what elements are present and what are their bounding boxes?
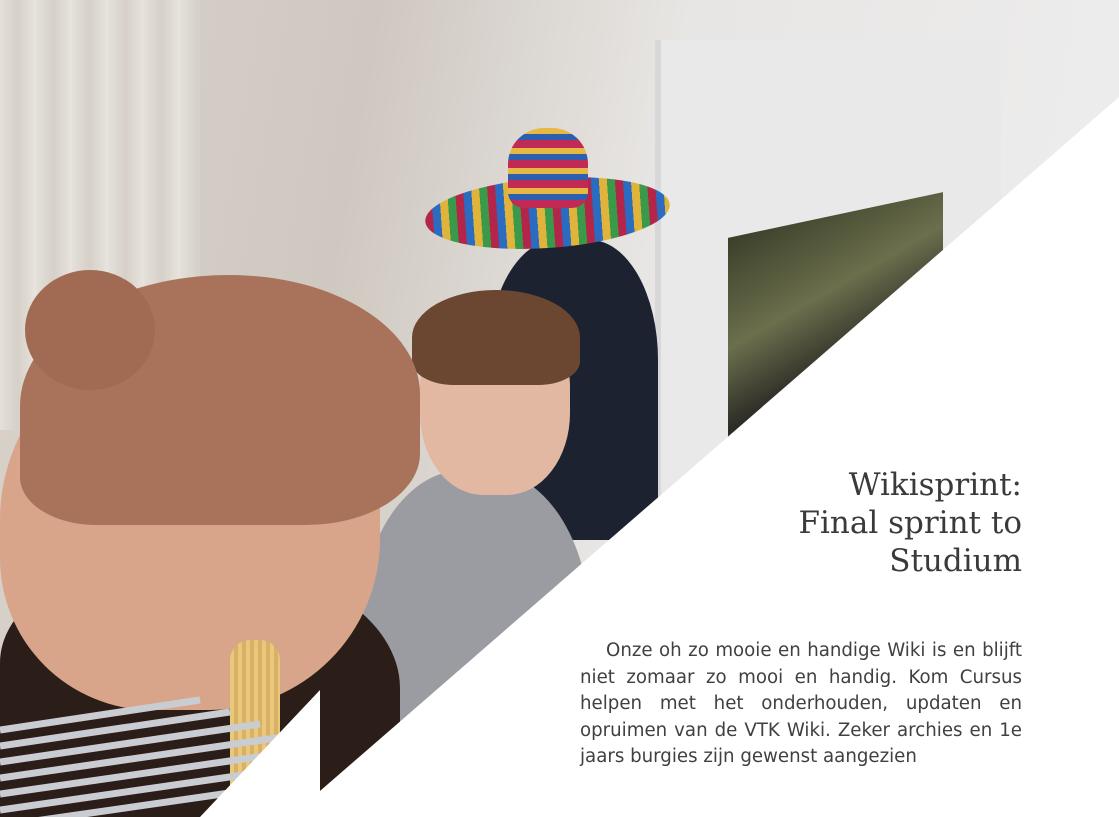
magazine-page: Wikisprint: Final sprint to Studium Onze…	[0, 0, 1119, 817]
sombrero-crown	[508, 128, 588, 208]
decorative-stripes	[0, 690, 320, 817]
hair-bun	[25, 270, 155, 390]
person-hoodie	[360, 470, 590, 817]
article-title: Wikisprint: Final sprint to Studium	[798, 467, 1022, 579]
article-body: Onze oh zo mooie en handige Wiki is en b…	[580, 640, 1022, 767]
person-hair	[412, 290, 580, 385]
